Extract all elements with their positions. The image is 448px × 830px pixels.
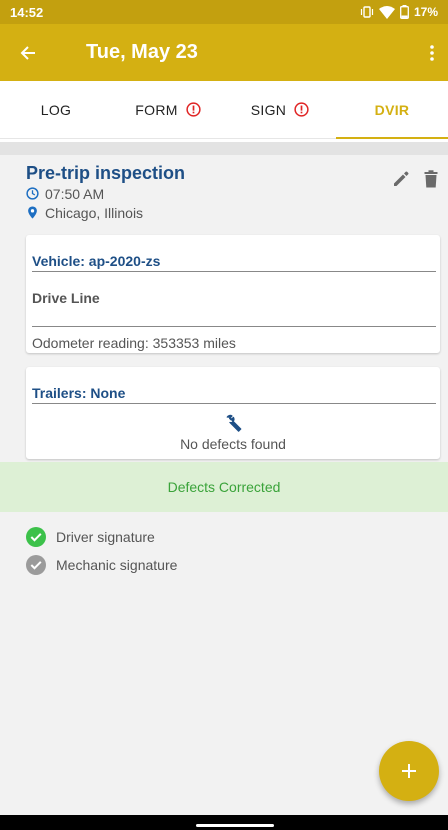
- tab-label: FORM: [135, 101, 178, 118]
- tab-dvir[interactable]: DVIR: [336, 81, 448, 139]
- location-pin-icon: [28, 206, 37, 219]
- status-bar: 14:52 17%: [0, 0, 448, 24]
- tab-log[interactable]: LOG: [0, 81, 112, 138]
- arrow-left-icon: [20, 45, 35, 60]
- divider-strip: [0, 142, 448, 155]
- trailers-heading: Trailers: None: [32, 385, 126, 401]
- alert-circle-icon: [186, 102, 201, 117]
- more-options-button[interactable]: [416, 24, 448, 81]
- inspection-detail: Pre-trip inspection 07:50 AM Chicago, Il…: [0, 155, 448, 815]
- signature-list: Driver signature Mechanic signature: [26, 523, 177, 579]
- odometer-reading: Odometer reading: 353353 miles: [32, 335, 236, 351]
- check-circle-icon: [26, 555, 46, 575]
- driver-signature-row[interactable]: Driver signature: [26, 523, 177, 551]
- tab-form[interactable]: FORM: [112, 81, 224, 138]
- signature-label: Driver signature: [56, 529, 155, 545]
- mechanic-signature-row[interactable]: Mechanic signature: [26, 551, 177, 579]
- trailers-card: Trailers: None No defects found: [26, 367, 440, 459]
- vehicle-card: Vehicle: ap-2020-zs Drive Line Odometer …: [26, 235, 440, 353]
- battery-percent: 17%: [413, 5, 438, 19]
- add-button[interactable]: [379, 741, 439, 801]
- inspection-location: Chicago, Illinois: [45, 204, 144, 221]
- signature-label: Mechanic signature: [56, 557, 178, 573]
- clock-icon: [26, 187, 39, 200]
- tab-bar: LOG FORM SIGN DVIR: [0, 81, 448, 139]
- app-bar: Tue, May 23: [0, 24, 448, 81]
- tab-sign[interactable]: SIGN: [224, 81, 336, 138]
- pencil-icon[interactable]: [392, 170, 410, 188]
- defects-corrected-banner: Defects Corrected: [0, 462, 448, 512]
- more-vert-icon: [430, 44, 434, 61]
- system-nav-bar: [0, 815, 448, 830]
- tab-label: SIGN: [250, 101, 287, 118]
- battery-icon: [400, 5, 409, 19]
- drive-line-label: Drive Line: [32, 290, 100, 306]
- page-title: Tue, May 23: [86, 41, 198, 63]
- no-defects-text: No defects found: [180, 436, 286, 452]
- inspection-title: Pre-trip inspection: [26, 163, 186, 183]
- inspection-header: Pre-trip inspection 07:50 AM Chicago, Il…: [26, 163, 438, 222]
- status-time: 14:52: [10, 4, 44, 20]
- wifi-icon: [378, 5, 395, 19]
- vibrate-icon: [360, 6, 374, 18]
- home-handle[interactable]: [196, 824, 274, 827]
- plus-icon: [402, 764, 416, 778]
- back-button[interactable]: [0, 24, 56, 81]
- check-circle-icon: [26, 527, 46, 547]
- wrench-icon: [226, 414, 242, 432]
- tab-label: LOG: [40, 101, 72, 118]
- tab-label: DVIR: [374, 101, 410, 118]
- alert-circle-icon: [294, 102, 309, 117]
- inspection-time: 07:50 AM: [45, 185, 105, 202]
- vehicle-heading: Vehicle: ap-2020-zs: [32, 253, 161, 269]
- trash-icon[interactable]: [424, 170, 438, 188]
